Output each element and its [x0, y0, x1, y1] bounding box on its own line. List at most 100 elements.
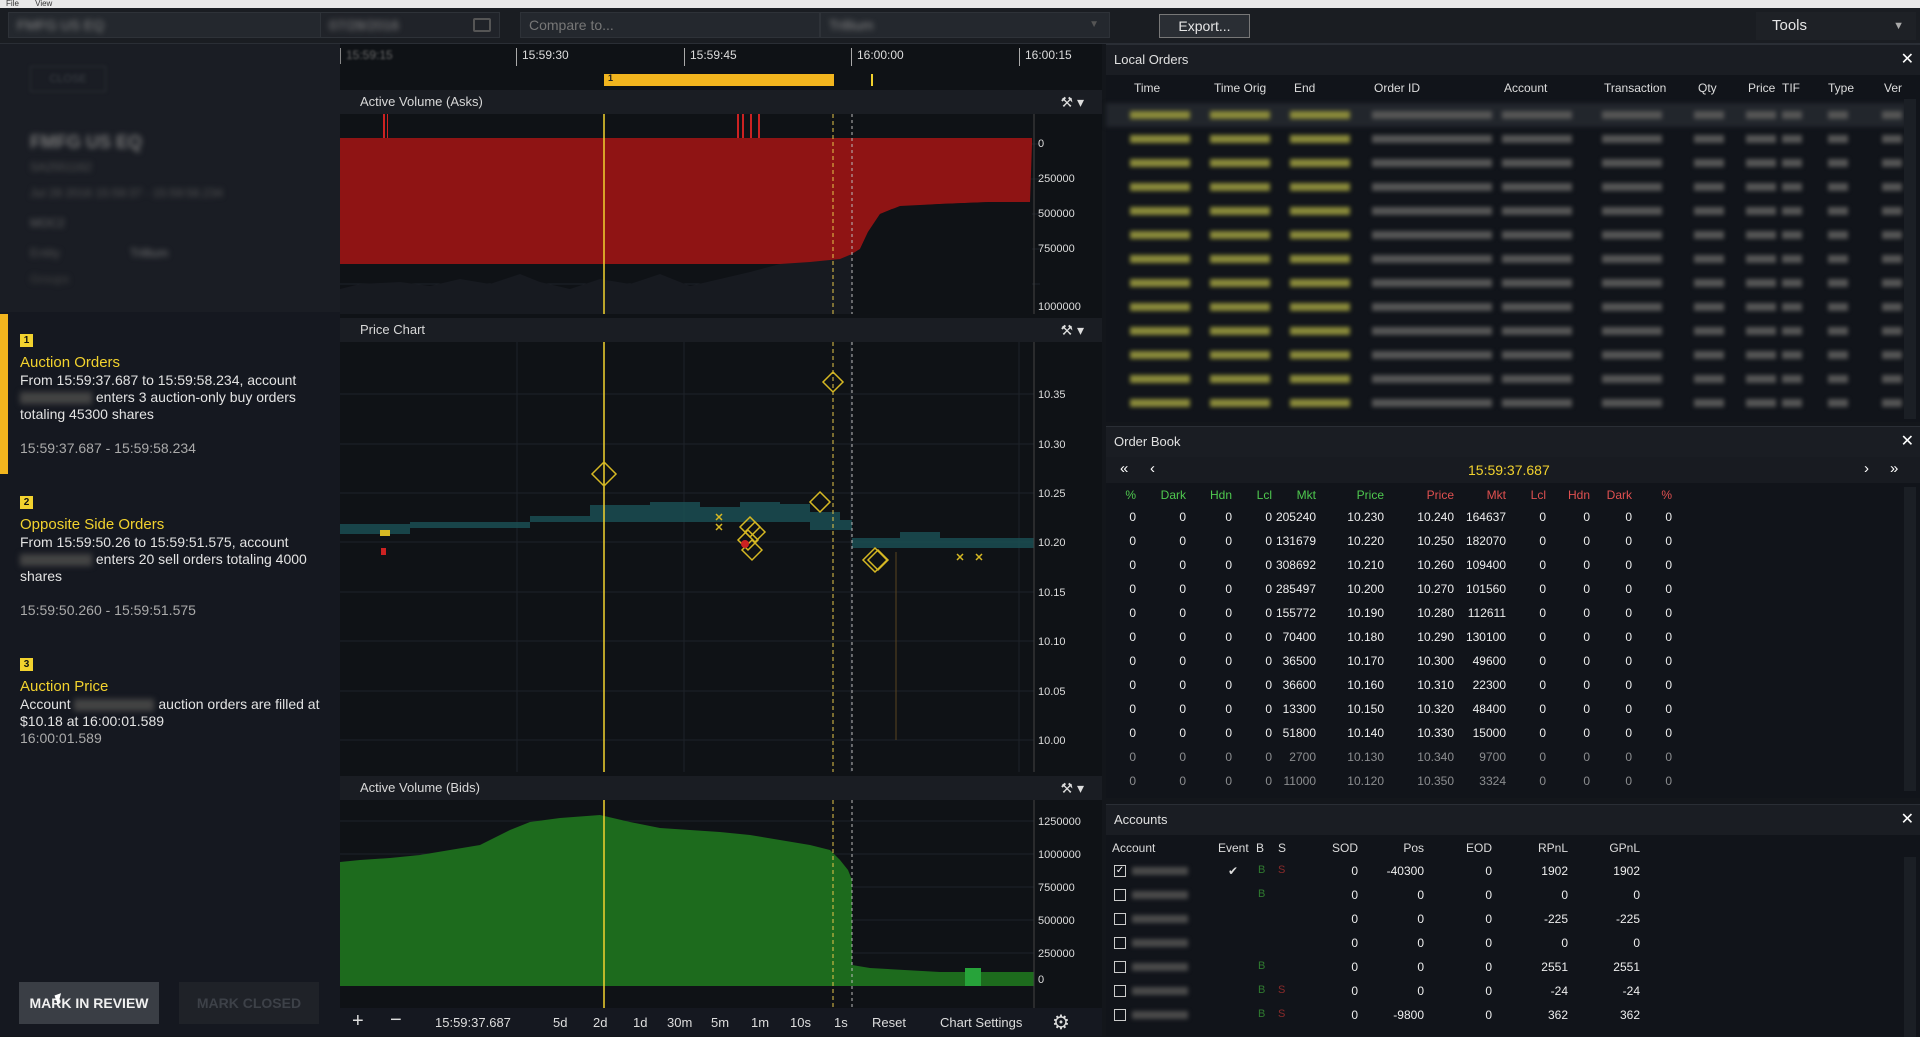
close-icon[interactable]: ✕	[1901, 45, 1914, 75]
last-page-icon[interactable]: »	[1890, 460, 1898, 477]
range-5d[interactable]: 5d	[553, 1015, 567, 1030]
alert-item-auction-price[interactable]: 3 Auction Price Account auction orders a…	[0, 638, 340, 758]
range-30m[interactable]: 30m	[667, 1015, 692, 1030]
scrollbar[interactable]	[1904, 487, 1916, 791]
table-row[interactable]	[1106, 247, 1906, 271]
table-row[interactable]: 0 0 0 0 70400 10.180 10.290 130100 0 0 0 0	[1106, 625, 1906, 649]
account-checkbox[interactable]	[1114, 1009, 1126, 1021]
range-1m[interactable]: 1m	[751, 1015, 769, 1030]
table-row[interactable]	[1106, 175, 1906, 199]
table-row[interactable]: 0 0 0 0 36500 10.170 10.300 49600 0 0 0 0	[1106, 649, 1906, 673]
chart-settings-button[interactable]: Chart Settings	[940, 1015, 1022, 1030]
alert-item-opposite-side[interactable]: 2 Opposite Side Orders From 15:59:50.26 …	[0, 476, 340, 636]
close-icon[interactable]: ✕	[1901, 805, 1914, 835]
chart-tools-icon[interactable]: ⚒ ▾	[1061, 318, 1084, 342]
chart-tools-icon[interactable]: ⚒ ▾	[1061, 90, 1084, 114]
col-tif[interactable]: TIF	[1782, 81, 1800, 95]
account-checkbox[interactable]	[1114, 937, 1126, 949]
table-row[interactable]	[1106, 151, 1906, 175]
col-transaction[interactable]: Transaction	[1604, 81, 1666, 95]
accounts-col[interactable]: GPnL	[1590, 841, 1640, 855]
previous-icon[interactable]: ‹	[1150, 460, 1155, 477]
table-row[interactable]: 0 0 0 0 285497 10.200 10.270 101560 0 0 0 0	[1106, 577, 1906, 601]
table-row[interactable]	[1106, 223, 1906, 247]
table-row[interactable]	[1106, 199, 1906, 223]
col-type[interactable]: Type	[1828, 81, 1854, 95]
compare-input[interactable]: Compare to...	[520, 12, 820, 38]
table-row[interactable]: B S 0 0 0 -24 -24	[1106, 979, 1906, 1003]
table-row[interactable]: 0 0 0 0 308692 10.210 10.260 109400 0 0 0 0	[1106, 553, 1906, 577]
table-row[interactable]: 0 0 0 0 0	[1106, 931, 1906, 955]
order-book-col[interactable]: %	[1086, 488, 1136, 502]
table-row[interactable]: 0 0 0 0 51800 10.140 10.330 15000 0 0 0 0	[1106, 721, 1906, 745]
order-book-col[interactable]: Price	[1404, 488, 1454, 502]
order-book-col[interactable]: %	[1622, 488, 1672, 502]
table-row[interactable]: 0 0 0 0 131679 10.220 10.250 182070 0 0 0 0	[1106, 529, 1906, 553]
col-time-orig[interactable]: Time Orig	[1214, 81, 1266, 95]
order-book-col[interactable]: Mkt	[1266, 488, 1316, 502]
gear-icon[interactable]: ⚙	[1052, 1010, 1070, 1035]
table-row[interactable]: 0 0 0 0 11000 10.120 10.350 3324 0 0 0 0	[1106, 769, 1906, 793]
table-row[interactable]	[1106, 343, 1906, 367]
scrollbar[interactable]	[1904, 99, 1916, 419]
range-1d[interactable]: 1d	[633, 1015, 647, 1030]
date-field[interactable]: 07/28/2016	[320, 12, 500, 38]
mark-in-review-button[interactable]: MARK IN REVIEW	[19, 982, 159, 1024]
order-book-col[interactable]: Dark	[1136, 488, 1186, 502]
first-page-icon[interactable]: «	[1120, 460, 1128, 477]
menu-file[interactable]: File	[6, 0, 19, 8]
table-row[interactable]	[1106, 103, 1906, 127]
accounts-col[interactable]: Account	[1112, 841, 1155, 855]
symbol-field[interactable]: FMFG US EQ	[8, 12, 328, 38]
table-row[interactable]: B 0 0 0 2551 2551	[1106, 955, 1906, 979]
table-row[interactable]: 0 0 0 0 205240 10.230 10.240 164637 0 0 0 0	[1106, 505, 1906, 529]
tools-menu[interactable]: Tools ▼	[1756, 12, 1916, 40]
timeline[interactable]: 15:59:15 15:59:30 15:59:45 16:00:00 16:0…	[340, 44, 1102, 70]
account-checkbox[interactable]	[1114, 985, 1126, 997]
close-icon[interactable]: ✕	[1901, 427, 1914, 457]
table-row[interactable]: B S 0 -9800 0 362 362	[1106, 1003, 1906, 1027]
accounts-col[interactable]: S	[1278, 841, 1286, 855]
accounts-col[interactable]: EOD	[1442, 841, 1492, 855]
range-1s[interactable]: 1s	[834, 1015, 848, 1030]
export-button[interactable]: Export...	[1159, 14, 1250, 38]
calendar-icon[interactable]	[473, 18, 491, 32]
table-row[interactable]	[1106, 127, 1906, 151]
order-book-col[interactable]: Lcl	[1496, 488, 1546, 502]
mark-closed-button[interactable]: MARK CLOSED	[179, 982, 319, 1024]
account-checkbox[interactable]	[1114, 889, 1126, 901]
account-checkbox[interactable]	[1114, 913, 1126, 925]
table-row[interactable]: 0 0 0 0 2700 10.130 10.340 9700 0 0 0 0	[1106, 745, 1906, 769]
table-row[interactable]: 0 0 0 0 13300 10.150 10.320 48400 0 0 0 0	[1106, 697, 1906, 721]
alert-item-auction-orders[interactable]: 1 Auction Orders From 15:59:37.687 to 15…	[0, 314, 340, 474]
accounts-col[interactable]: RPnL	[1518, 841, 1568, 855]
order-book-col[interactable]: Price	[1334, 488, 1384, 502]
order-book-col[interactable]: Lcl	[1222, 488, 1272, 502]
col-qty[interactable]: Qty	[1698, 81, 1717, 95]
table-row[interactable]	[1106, 319, 1906, 343]
col-price[interactable]: Price	[1748, 81, 1775, 95]
venue-select[interactable]: Trillium ▼	[820, 12, 1110, 38]
account-checkbox[interactable]: ✓	[1114, 865, 1126, 877]
table-row[interactable]: ✓ ✔ B S 0 -40300 0 1902 1902	[1106, 859, 1906, 883]
col-account[interactable]: Account	[1504, 81, 1547, 95]
reset-button[interactable]: Reset	[872, 1015, 906, 1030]
range-2d[interactable]: 2d	[593, 1015, 607, 1030]
accounts-col[interactable]: Pos	[1374, 841, 1424, 855]
alert-timespan-marker[interactable]: 1	[604, 73, 834, 86]
table-row[interactable]	[1106, 391, 1906, 415]
range-10s[interactable]: 10s	[790, 1015, 811, 1030]
close-alert-button[interactable]: CLOSE	[30, 66, 106, 92]
zoom-out-icon[interactable]: −	[390, 1009, 402, 1032]
table-row[interactable]	[1106, 367, 1906, 391]
col-ver[interactable]: Ver	[1884, 81, 1902, 95]
zoom-in-icon[interactable]: +	[352, 1010, 364, 1033]
next-icon[interactable]: ›	[1864, 460, 1869, 477]
table-row[interactable]: 0 0 0 0 36600 10.160 10.310 22300 0 0 0 0	[1106, 673, 1906, 697]
table-row[interactable]: 0 0 0 0 155772 10.190 10.280 112611 0 0 0 0	[1106, 601, 1906, 625]
col-end[interactable]: End	[1294, 81, 1315, 95]
accounts-col[interactable]: SOD	[1308, 841, 1358, 855]
col-time[interactable]: Time	[1134, 81, 1160, 95]
accounts-col[interactable]: Event	[1218, 841, 1249, 855]
scrollbar[interactable]	[1904, 857, 1916, 1037]
